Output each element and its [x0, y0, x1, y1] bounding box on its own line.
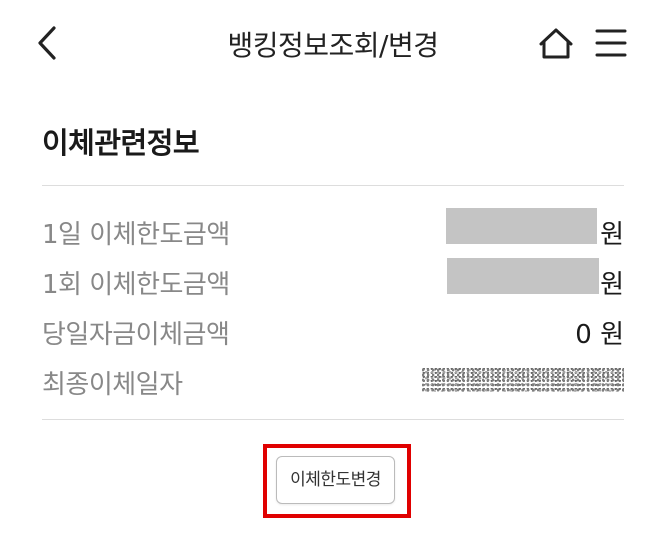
row-label: 최종이체일자 [42, 370, 183, 400]
menu-button[interactable] [590, 22, 634, 66]
row-label: 1회 이체한도금액 [42, 270, 230, 300]
daily-limit-row: 1일 이체한도금액 원 [42, 208, 624, 252]
masked-date [422, 368, 624, 392]
per-transfer-limit-row: 1회 이체한도금액 원 [42, 258, 624, 302]
masked-value [447, 258, 599, 294]
unit-label: 원 [600, 270, 624, 300]
app-header: 뱅킹정보조회/변경 [0, 0, 666, 88]
row-label: 1일 이체한도금액 [42, 220, 230, 250]
row-value: 0 원 [575, 320, 624, 350]
hamburger-menu-icon [595, 29, 627, 57]
section-title: 이체관련정보 [42, 126, 200, 160]
masked-value [446, 208, 597, 244]
today-transfer-amount-row: 당일자금이체금액 0 원 [42, 308, 624, 352]
divider [42, 419, 624, 420]
unit-label: 원 [600, 220, 624, 250]
divider [42, 185, 624, 186]
row-label: 당일자금이체금액 [42, 320, 230, 350]
home-button[interactable] [534, 22, 578, 66]
home-icon [539, 28, 573, 59]
last-transfer-date-row: 최종이체일자 [42, 358, 624, 402]
change-transfer-limit-button[interactable]: 이체한도변경 [276, 456, 395, 504]
